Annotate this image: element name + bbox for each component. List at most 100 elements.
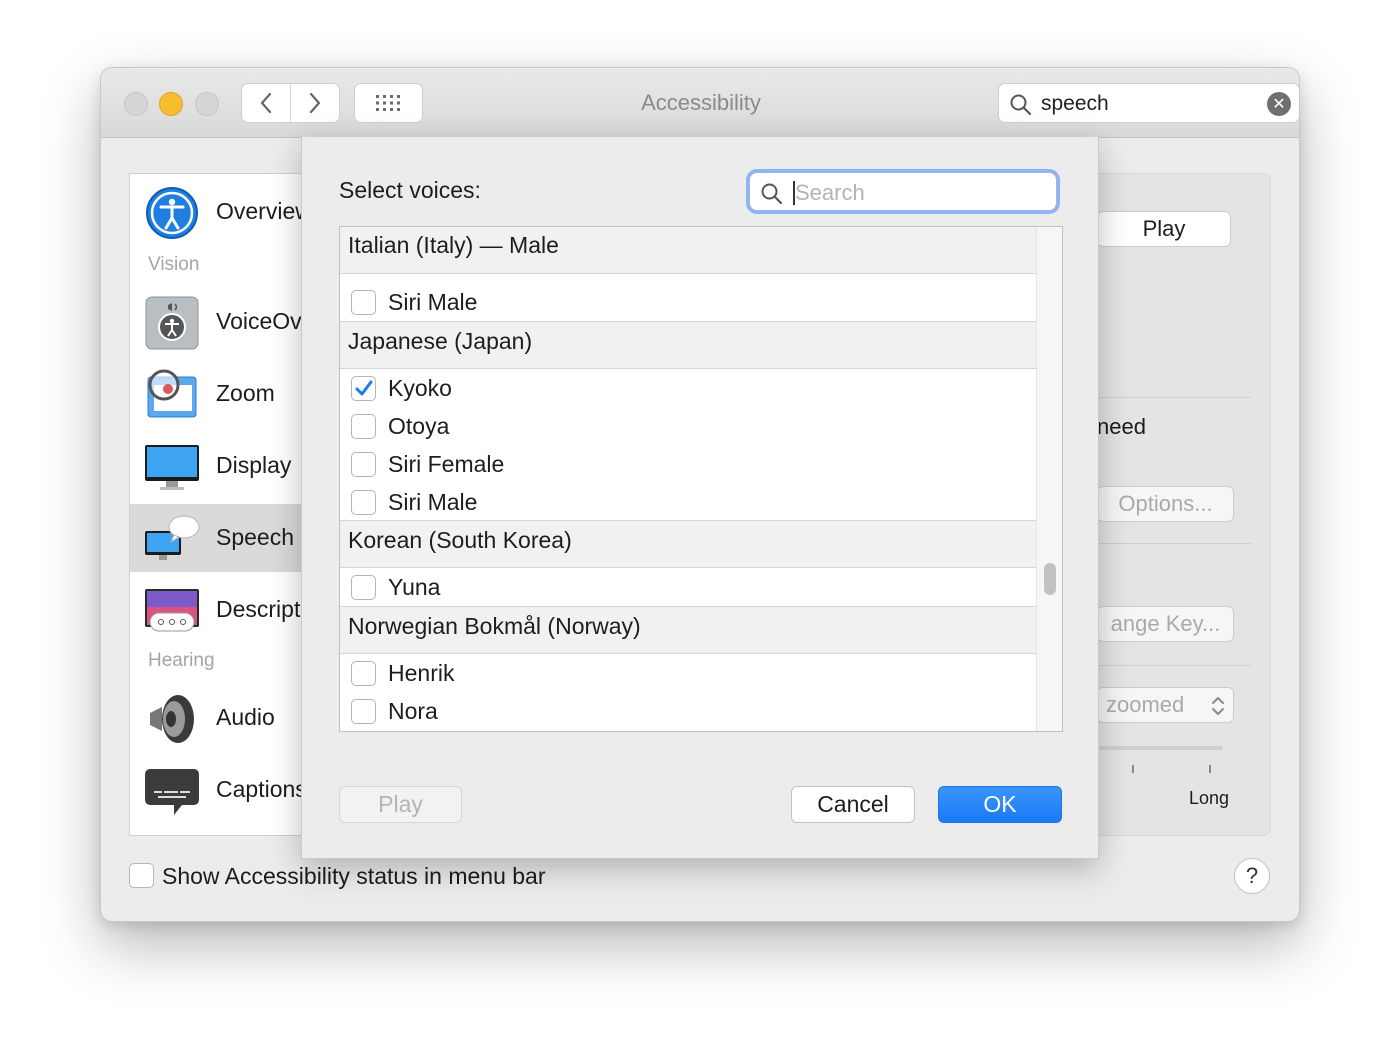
sidebar-item-label: Overview <box>216 198 309 224</box>
ok-button[interactable]: OK <box>938 786 1062 823</box>
search-icon <box>761 183 783 205</box>
cancel-button[interactable]: Cancel <box>791 786 915 823</box>
voice-name: Siri Male <box>388 289 478 315</box>
sidebar-item-audio[interactable]: Audio <box>130 684 308 752</box>
forward-button[interactable] <box>290 84 339 122</box>
voice-row[interactable]: Yuna <box>340 568 1036 606</box>
divider <box>1099 665 1251 666</box>
voice-name: Siri Male <box>388 489 478 515</box>
voice-row[interactable]: Nora <box>340 692 1036 730</box>
speech-icon <box>145 515 200 560</box>
sidebar-item-label: Captions <box>216 776 307 802</box>
voice-name: Nora <box>388 698 438 724</box>
need-text: need <box>1097 414 1146 439</box>
voice-name: Siri Female <box>388 451 505 477</box>
divider <box>1099 397 1251 398</box>
show-status-label: Show Accessibility status in menu bar <box>162 863 546 889</box>
scrollbar-track[interactable] <box>1036 227 1062 731</box>
sidebar-item-zoom[interactable]: Zoom <box>130 360 308 428</box>
voice-row[interactable]: Siri Female <box>340 445 1036 483</box>
voice-list: Italian (Italy) — Male Siri Male Japanes… <box>339 226 1063 732</box>
voice-row[interactable]: Siri Male <box>340 483 1036 521</box>
show-all-button[interactable] <box>354 83 423 123</box>
back-forward-group <box>241 83 340 123</box>
sidebar-item-speech[interactable]: Speech <box>130 504 308 572</box>
sidebar-item-descriptions[interactable]: Descriptions <box>130 576 308 644</box>
voice-checkbox[interactable] <box>351 376 376 401</box>
sidebar-item-label: Descriptions <box>216 596 308 622</box>
voice-row[interactable]: Otoya <box>340 407 1036 445</box>
sidebar-item-captions[interactable]: Captions <box>130 756 308 824</box>
group-header: Italian (Italy) — Male <box>340 227 1036 274</box>
speaker-icon <box>150 695 194 743</box>
accessibility-icon <box>146 187 198 239</box>
voice-name: Kyoko <box>388 375 452 401</box>
sidebar-item-label: Audio <box>216 704 275 730</box>
chevron-right-icon <box>309 92 321 114</box>
minimize-window-button[interactable] <box>159 92 183 116</box>
change-key-button[interactable]: ange Key... <box>1097 606 1234 642</box>
slider-tick <box>1209 765 1211 773</box>
preferences-search-field[interactable]: speech ✕ <box>998 83 1299 123</box>
show-status-checkbox[interactable] <box>129 863 154 888</box>
zoom-window-button[interactable] <box>195 92 219 116</box>
sidebar-item-label: Display <box>216 452 292 478</box>
scrollbar-thumb[interactable] <box>1044 563 1056 595</box>
help-button[interactable]: ? <box>1234 858 1270 894</box>
search-value: speech <box>1041 92 1109 115</box>
voice-checkbox[interactable] <box>351 699 376 724</box>
voice-name: Otoya <box>388 413 450 439</box>
voice-checkbox[interactable] <box>351 490 376 515</box>
close-window-button[interactable] <box>124 92 148 116</box>
back-button[interactable] <box>242 84 290 122</box>
chevron-left-icon <box>260 92 272 114</box>
voice-checkbox[interactable] <box>351 661 376 686</box>
select-voices-sheet: Select voices: Italian (Italy) — Male Si… <box>301 137 1099 859</box>
sheet-title: Select voices: <box>339 177 481 203</box>
voice-row[interactable]: Siri Male <box>340 283 1036 321</box>
voice-checkbox[interactable] <box>351 452 376 477</box>
group-header: Norwegian Bokmål (Norway) <box>340 606 1036 654</box>
group-header: Japanese (Japan) <box>340 321 1036 369</box>
sidebar: Overview Vision VoiceOver Zoom Display S… <box>129 173 309 836</box>
sidebar-item-display[interactable]: Display <box>130 432 308 500</box>
play-sample-button[interactable]: Play <box>1097 211 1231 247</box>
long-label: Long <box>1189 788 1230 808</box>
slider-track[interactable] <box>1099 746 1223 750</box>
title-bar: Accessibility speech ✕ <box>101 68 1299 138</box>
checkmark-icon <box>355 380 373 396</box>
options-button[interactable]: Options... <box>1097 486 1234 522</box>
voice-row[interactable]: Kyoko <box>340 369 1036 407</box>
sidebar-item-overview[interactable]: Overview <box>130 178 308 246</box>
zoomed-value: zoomed <box>1106 692 1185 717</box>
play-voice-button[interactable]: Play <box>339 786 462 823</box>
sidebar-item-voiceover[interactable]: VoiceOver <box>130 288 308 356</box>
slider-tick <box>1132 765 1134 773</box>
sidebar-item-label: Speech <box>216 524 295 550</box>
voice-row[interactable]: Henrik <box>340 654 1036 692</box>
voice-checkbox[interactable] <box>351 414 376 439</box>
voice-name: Henrik <box>388 660 455 686</box>
clear-search-button[interactable]: ✕ <box>1267 92 1291 116</box>
section-vision: Vision <box>148 254 200 275</box>
sidebar-item-label: Zoom <box>216 380 275 406</box>
sidebar-item-label: VoiceOver <box>216 308 308 334</box>
voiceover-icon <box>145 296 199 350</box>
voice-checkbox[interactable] <box>351 290 376 315</box>
voice-search-input[interactable] <box>795 178 1045 207</box>
voice-search-field[interactable] <box>749 172 1057 211</box>
zoom-icon <box>147 369 197 418</box>
divider <box>1099 543 1251 544</box>
display-icon <box>145 445 199 490</box>
zoomed-popup[interactable]: zoomed <box>1097 687 1234 723</box>
voice-checkbox[interactable] <box>351 575 376 600</box>
descriptions-icon <box>145 589 199 632</box>
group-header: Korean (South Korea) <box>340 520 1036 568</box>
captions-icon <box>145 769 199 815</box>
search-icon <box>1010 94 1032 116</box>
section-hearing: Hearing <box>148 650 215 671</box>
window-title: Accessibility <box>641 90 761 115</box>
grid-icon <box>375 95 400 111</box>
up-down-chevron-icon <box>1212 697 1224 715</box>
voice-name: Yuna <box>388 574 441 600</box>
